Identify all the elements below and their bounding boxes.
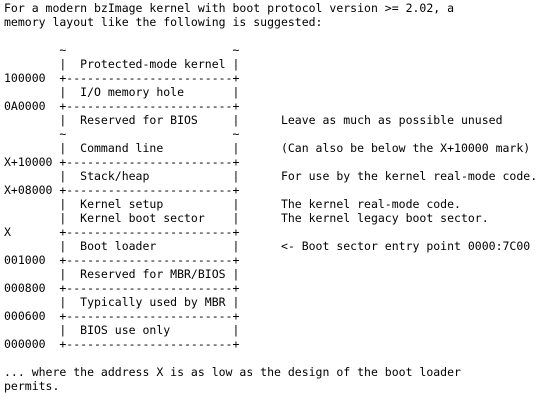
memory-map-line: 0A0000 +------------------------+ (4, 99, 240, 113)
text-line: For a modern bzImage kernel with boot pr… (4, 1, 455, 15)
memory-map-line: | BIOS use only | (4, 323, 240, 337)
memory-map-line: X +------------------------+ (4, 225, 240, 239)
memory-map-line: | Kernel boot sector | The kernel legacy… (4, 211, 489, 225)
memory-map-line: 100000 +------------------------+ (4, 71, 240, 85)
document-text: For a modern bzImage kernel with boot pr… (4, 0, 558, 407)
memory-map-line: | Reserved for BIOS | Leave as much as p… (4, 113, 503, 127)
memory-map-line: X+10000 +------------------------+ (4, 155, 240, 169)
memory-map-line: | Typically used by MBR | (4, 295, 240, 309)
memory-map-line: ~ ~ (4, 127, 240, 141)
memory-map-line: | I/O memory hole | (4, 85, 240, 99)
memory-map-line: | Protected-mode kernel | (4, 57, 240, 71)
memory-map-line: | Kernel setup | The kernel real-mode co… (4, 197, 461, 211)
memory-map-line: | Stack/heap | For use by the kernel rea… (4, 169, 538, 183)
memory-map-line: 001000 +------------------------+ (4, 253, 240, 267)
memory-map-line: | Command line | (Can also be below the … (4, 141, 531, 155)
memory-map-line: 000800 +------------------------+ (4, 281, 240, 295)
memory-map-line: ~ ~ (4, 43, 240, 57)
text-line: memory layout like the following is sugg… (4, 15, 323, 29)
memory-map-line: 000600 +------------------------+ (4, 309, 240, 323)
text-line: ... where the address X is as low as the… (4, 365, 461, 379)
text-line: permits. (4, 379, 60, 393)
memory-map-line: | Boot loader | <- Boot sector entry poi… (4, 239, 531, 253)
text-line (4, 351, 558, 365)
memory-map-line: X+08000 +------------------------+ (4, 183, 240, 197)
memory-map-line: 000000 +------------------------+ (4, 337, 240, 351)
text-line (4, 29, 558, 43)
memory-map-line: | Reserved for MBR/BIOS | (4, 267, 240, 281)
